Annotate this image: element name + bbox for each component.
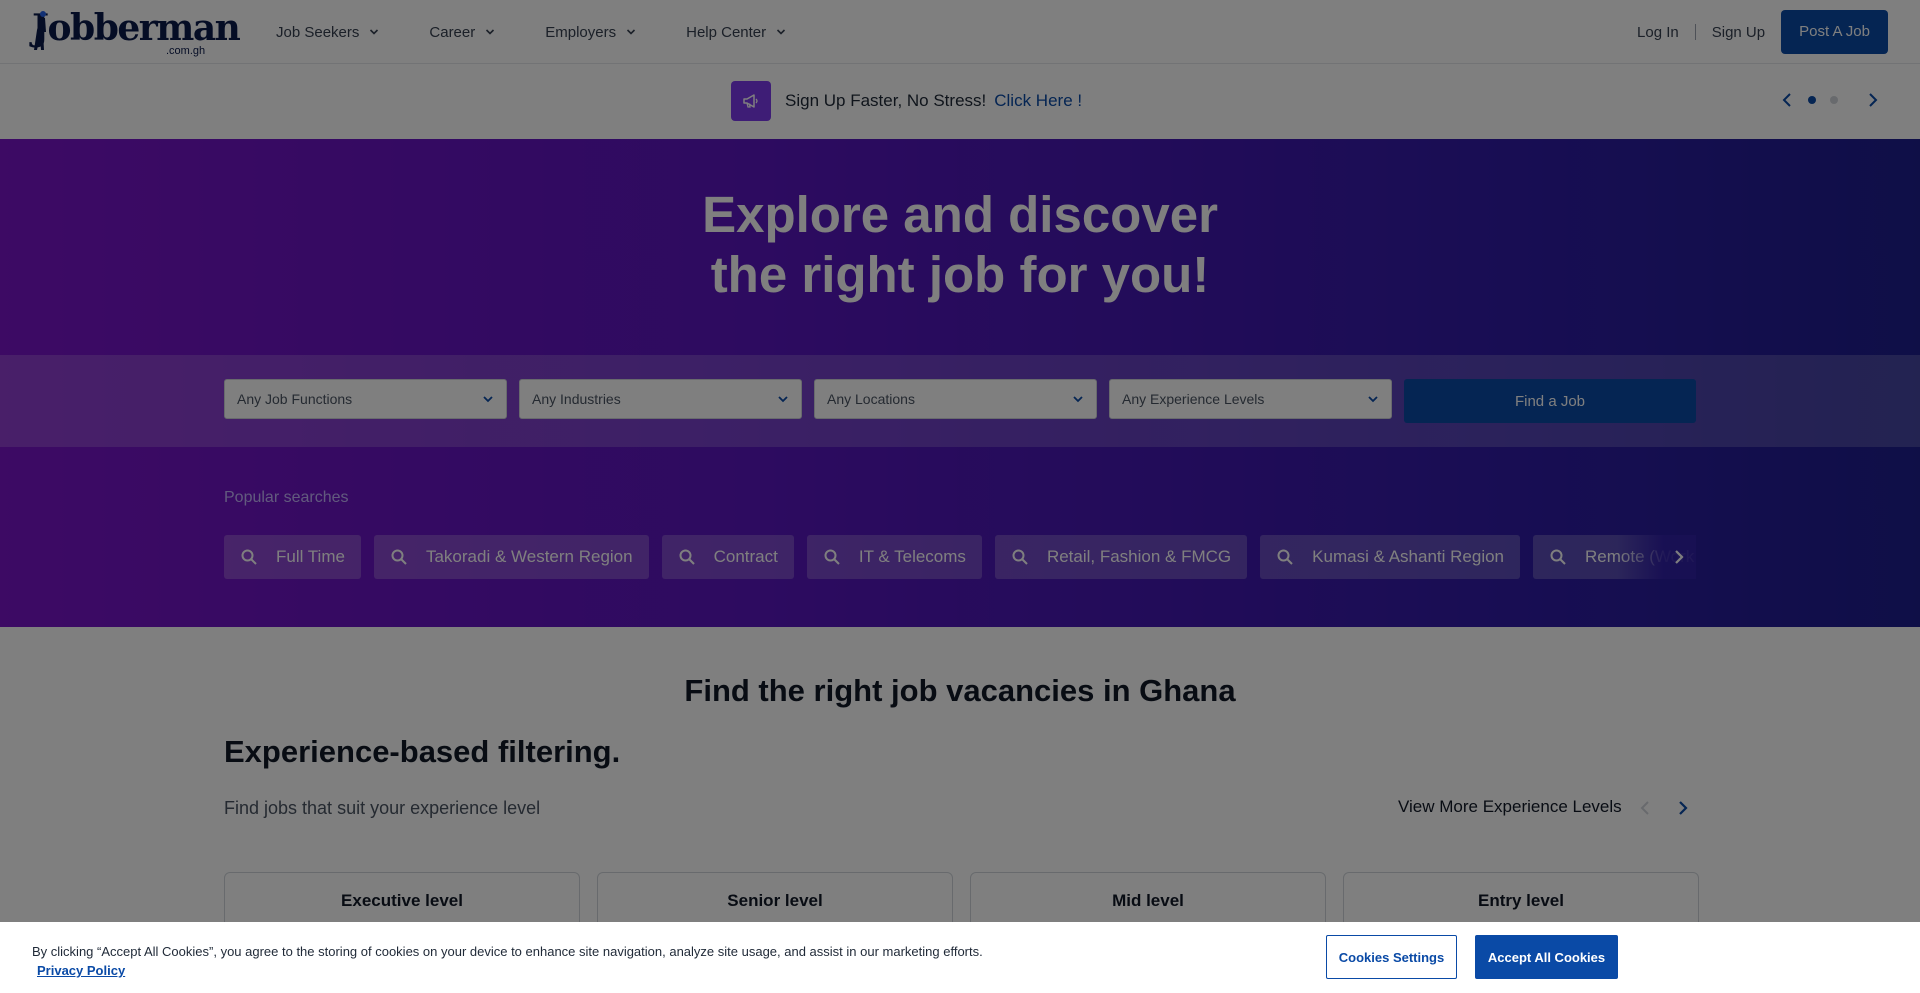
accept-all-cookies-button[interactable]: Accept All Cookies [1475,935,1618,979]
cookies-settings-button[interactable]: Cookies Settings [1326,935,1457,979]
modal-overlay [0,0,1920,922]
cookie-banner: By clicking “Accept All Cookies”, you ag… [0,922,1920,993]
privacy-policy-link[interactable]: Privacy Policy [37,963,125,978]
cookie-message: By clicking “Accept All Cookies”, you ag… [32,944,983,959]
